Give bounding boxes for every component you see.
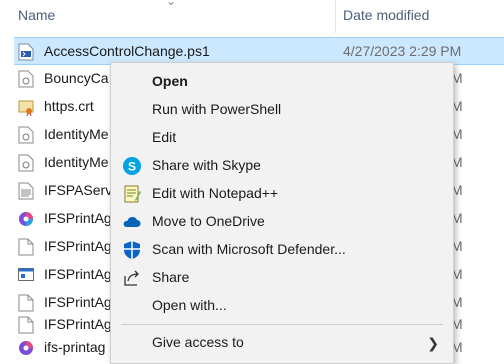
file-name: https.crt — [44, 98, 94, 114]
file-row-selected[interactable]: AccessControlChange.ps1 4/27/2023 2:29 P… — [14, 37, 504, 65]
menu-item-open-with[interactable]: Open with... — [111, 292, 453, 320]
context-menu: Open Run with PowerShell Edit S Share wi… — [110, 62, 454, 364]
skype-icon: S — [123, 157, 141, 175]
certificate-icon — [18, 100, 34, 116]
menu-item-run-with-powershell[interactable]: Run with PowerShell — [111, 96, 453, 124]
file-name: IFSPrintAg — [44, 238, 112, 254]
menu-item-label: Run with PowerShell — [152, 101, 282, 117]
file-name: IFSPrintAg — [44, 210, 112, 226]
menu-item-give-access-to[interactable]: Give access to ❯ — [111, 329, 453, 357]
defender-shield-icon — [124, 241, 140, 259]
menu-item-label: Move to OneDrive — [152, 213, 265, 229]
file-name: ifs-printag — [44, 339, 106, 355]
colorful-app-icon — [19, 212, 33, 226]
file-name: IFSPrintAg — [44, 316, 112, 332]
file-name: BouncyCa — [44, 70, 109, 86]
file-name: IdentityMe — [44, 126, 109, 142]
menu-item-label: Edit with Notepad++ — [152, 185, 279, 201]
menu-item-open[interactable]: Open — [111, 68, 453, 96]
menu-item-share[interactable]: Share — [111, 264, 453, 292]
file-date: 4/27/2023 2:29 PM — [343, 43, 462, 59]
text-file-icon — [18, 182, 34, 200]
generic-file-icon — [18, 154, 34, 172]
column-header-name[interactable]: Name — [18, 7, 55, 23]
menu-item-edit[interactable]: Edit — [111, 124, 453, 152]
menu-item-move-to-onedrive[interactable]: Move to OneDrive — [111, 208, 453, 236]
onedrive-cloud-icon — [123, 216, 141, 227]
menu-item-label: Open — [152, 73, 188, 89]
blank-file-icon — [18, 316, 34, 334]
generic-file-icon — [18, 126, 34, 144]
colorful-app-icon — [19, 341, 33, 355]
file-name: IdentityMe — [44, 154, 109, 170]
menu-item-share-with-skype[interactable]: S Share with Skype — [111, 152, 453, 180]
generic-file-icon — [18, 70, 34, 88]
svg-text:S: S — [128, 160, 136, 174]
blank-file-icon — [18, 294, 34, 312]
file-name: IFSPrintAg — [44, 266, 112, 282]
column-header-date-modified[interactable]: Date modified — [343, 7, 429, 23]
menu-item-label: Edit — [152, 129, 177, 145]
menu-separator — [121, 324, 443, 325]
menu-item-label: Open with... — [152, 297, 227, 313]
blank-file-icon — [18, 238, 34, 256]
menu-item-edit-with-notepad-plus-plus[interactable]: Edit with Notepad++ — [111, 180, 453, 208]
menu-item-scan-with-defender[interactable]: Scan with Microsoft Defender... — [111, 236, 453, 264]
menu-item-label: Scan with Microsoft Defender... — [152, 241, 346, 257]
file-name: IFSPrintAg — [44, 294, 112, 310]
file-name: IFSPAServ — [44, 182, 113, 198]
menu-item-label: Share — [152, 269, 190, 285]
notepad-plus-plus-icon — [124, 185, 141, 203]
exe-window-icon — [18, 268, 34, 281]
chevron-right-icon: ❯ — [427, 335, 439, 351]
ps1-file-icon — [18, 43, 34, 61]
column-header-bar: ⌄ Name Date modified — [0, 0, 504, 33]
column-divider[interactable] — [335, 0, 336, 33]
file-name: AccessControlChange.ps1 — [44, 43, 210, 59]
sort-caret-icon[interactable]: ⌄ — [166, 0, 176, 8]
menu-item-label: Share with Skype — [152, 157, 261, 173]
share-icon — [124, 270, 139, 286]
